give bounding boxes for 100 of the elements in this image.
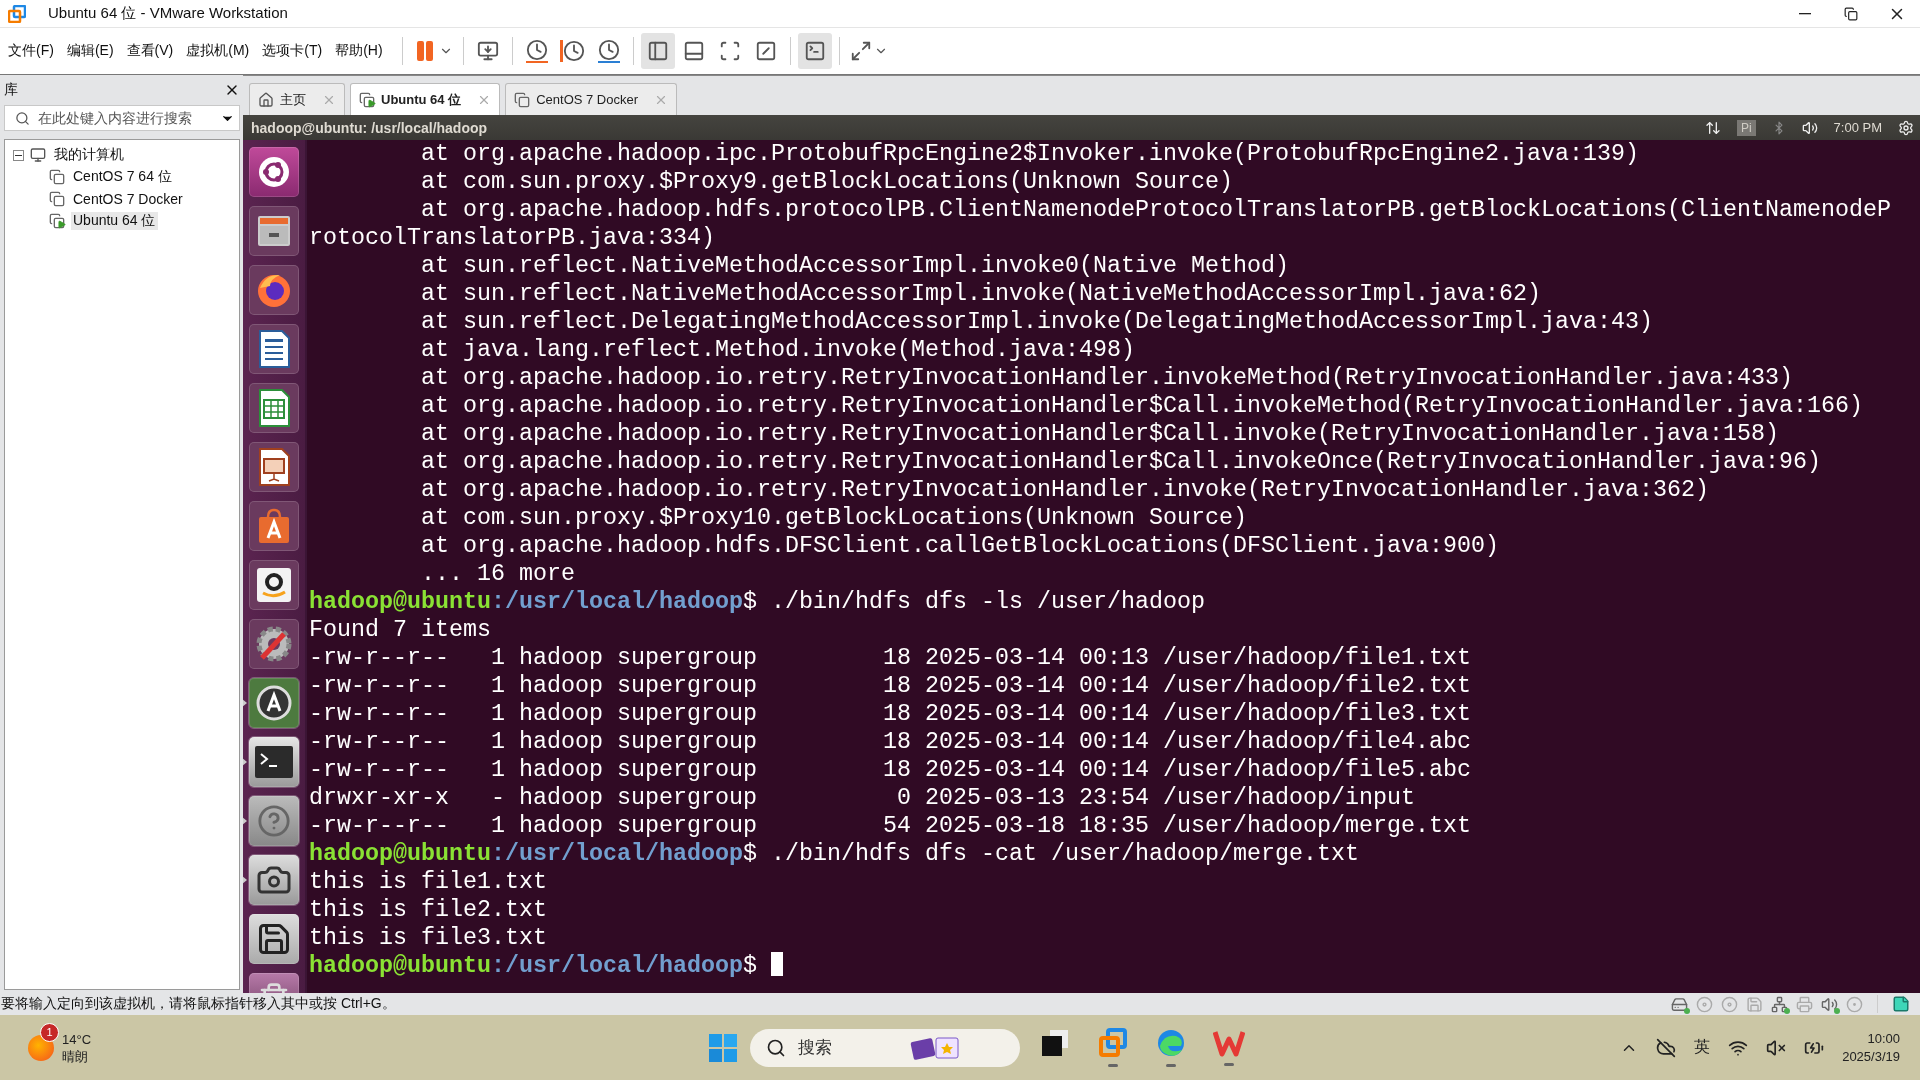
restore-icon bbox=[1844, 6, 1858, 21]
volume-icon[interactable] bbox=[1801, 119, 1818, 136]
terminal-line: at sun.reflect.NativeMethodAccessorImpl.invoke0(Native Method) bbox=[420, 252, 1290, 280]
terminal-line: at java.lang.reflect.Method.invoke(Method.java:498) bbox=[420, 336, 1136, 364]
terminal-line: -rw-r--r-- 1 hadoop supergroup 18 2025-03-14 00:13 /user/hadoop/file1.txt bbox=[309, 644, 1472, 672]
taskbar-time[interactable]: 10:00 bbox=[1867, 1029, 1900, 1048]
minimize-icon bbox=[1799, 12, 1811, 15]
home-icon bbox=[258, 91, 274, 108]
menu-item[interactable]: 编辑(E) bbox=[66, 42, 114, 60]
collapse-toggle[interactable] bbox=[13, 149, 24, 161]
search-icon bbox=[15, 110, 30, 126]
input-language[interactable]: 英 bbox=[1694, 1037, 1711, 1058]
spreadsheet-icon[interactable] bbox=[249, 383, 299, 433]
menu-item[interactable]: 虚拟机(M) bbox=[186, 42, 250, 60]
terminal-line: at sun.reflect.NativeMethodAccessorImpl.invoke(NativeMethodAccessorImpl.java:62) bbox=[420, 280, 1542, 308]
tab[interactable]: Ubuntu 64 位 bbox=[350, 83, 501, 115]
computer-icon bbox=[30, 147, 46, 163]
clock[interactable]: 7:00 PM bbox=[1833, 120, 1882, 135]
terminal-line: ... 16 more bbox=[420, 560, 576, 588]
menu-item[interactable]: 文件(F) bbox=[8, 42, 54, 60]
shopping-bag-icon[interactable] bbox=[249, 501, 299, 551]
hard-drive-icon[interactable] bbox=[1671, 995, 1688, 1013]
weather-condition: 晴朗 bbox=[62, 1047, 89, 1065]
running-indicator bbox=[1108, 1064, 1118, 1067]
terminal-prompt-line: hadoop@ubuntu:/usr/local/hadoop$ ./bin/hdfs dfs -ls /user/hadoop bbox=[309, 588, 1206, 616]
status-message: 要将输入定向到该虚拟机，请将鼠标指针移入其中或按 Ctrl+G。 bbox=[1, 995, 396, 1013]
terminal-line: drwxr-xr-x - hadoop supergroup 0 2025-03-13 23:54 /user/hadoop/input bbox=[309, 784, 1416, 812]
terminal-title: hadoop@ubuntu: /usr/local/hadoop bbox=[251, 119, 488, 136]
document-icon[interactable] bbox=[249, 324, 299, 374]
panel-left-icon bbox=[646, 40, 669, 62]
note-icon[interactable] bbox=[1892, 995, 1910, 1013]
expand-icon bbox=[849, 40, 872, 62]
tree-item[interactable]: 我的计算机 bbox=[52, 146, 126, 164]
panel-title: 库 bbox=[4, 81, 18, 99]
start-icon[interactable] bbox=[708, 1032, 738, 1063]
tree-item[interactable]: CentOS 7 64 位 bbox=[71, 168, 174, 186]
file-cabinet-icon[interactable] bbox=[249, 206, 299, 256]
fox-globe-icon[interactable] bbox=[249, 265, 299, 315]
crossed-square-icon bbox=[754, 40, 777, 62]
search-field[interactable]: 在此处键入内容进行搜索 bbox=[4, 105, 240, 131]
terminal-line: at org.apache.hadoop.ipc.ProtobufRpcEngine2$Invoker.invoke(ProtobufRpcEngine2.java:139) bbox=[420, 140, 1640, 168]
tree-item[interactable]: CentOS 7 Docker bbox=[71, 191, 185, 207]
temperature: 14°C bbox=[62, 1030, 92, 1048]
settings-icon[interactable] bbox=[1898, 119, 1914, 136]
terminal-line: at org.apache.hadoop.io.retry.RetryInvocationHandler$Call.invokeMethod(RetryInvocationHandler.java:166) bbox=[420, 392, 1864, 420]
tree-item[interactable]: Ubuntu 64 位 bbox=[71, 212, 158, 230]
overlapping-squares-icon bbox=[1098, 1028, 1128, 1058]
notification-badge: 1 bbox=[40, 1022, 59, 1042]
terminal-line: -rw-r--r-- 1 hadoop supergroup 18 2025-03-14 00:14 /user/hadoop/file5.abc bbox=[309, 756, 1472, 784]
terminal-line: at sun.reflect.DelegatingMethodAccessorImpl.invoke(DelegatingMethodAccessorImpl.java:43) bbox=[420, 308, 1654, 336]
terminal-line: at org.apache.hadoop.io.retry.RetryInvocationHandler$Call.invokeOnce(RetryInvocationHandler.java:96) bbox=[420, 448, 1822, 476]
terminal-line: at org.apache.hadoop.io.retry.RetryInvocationHandler$Call.invoke(RetryInvocationHandler.java:158) bbox=[420, 420, 1780, 448]
menu-item[interactable]: 选项卡(T) bbox=[262, 42, 323, 60]
transfer-arrows-icon[interactable] bbox=[1704, 119, 1721, 136]
terminal-line: at com.sun.proxy.$Proxy10.getBlockLocations(Unknown Source) bbox=[420, 504, 1248, 532]
gear-wrench-icon[interactable] bbox=[249, 619, 299, 669]
ubuntu-logo-icon[interactable] bbox=[249, 147, 299, 197]
terminal-line: at org.apache.hadoop.io.retry.RetryInvocationHandler.invokeMethod(RetryInvocationHandler.java:433) bbox=[420, 364, 1794, 392]
menu-item[interactable]: 查看(V) bbox=[126, 42, 174, 60]
running-indicator bbox=[1224, 1063, 1234, 1066]
terminal-line: at org.apache.hadoop.hdfs.DFSClient.callGetBlockLocations(DFSClient.java:900) bbox=[420, 532, 1500, 560]
clock-arrow-icon bbox=[560, 40, 586, 62]
running-indicator bbox=[1166, 1064, 1176, 1067]
taskbar-date[interactable]: 2025/3/19 bbox=[1842, 1047, 1900, 1066]
console-icon bbox=[803, 40, 826, 62]
terminal-icon[interactable] bbox=[249, 737, 299, 787]
terminal-line: Found 7 items bbox=[309, 616, 492, 644]
speaker-icon[interactable] bbox=[1821, 995, 1838, 1013]
presentation-icon[interactable] bbox=[249, 442, 299, 492]
terminal-line: at org.apache.hadoop.io.retry.RetryInvocationHandler.invoke(RetryInvocationHandler.java:362) bbox=[420, 476, 1710, 504]
terminal-line: -rw-r--r-- 1 hadoop supergroup 18 2025-03-14 00:14 /user/hadoop/file2.txt bbox=[309, 672, 1472, 700]
taskbar-search-field[interactable]: 搜索 bbox=[796, 1036, 900, 1059]
window-title: Ubuntu 64 位 - VMware Workstation bbox=[48, 4, 288, 23]
toolbar-button[interactable] bbox=[797, 33, 832, 69]
clock-stack-icon bbox=[597, 39, 620, 63]
terminal-prompt-line: hadoop@ubuntu:/usr/local/hadoop$ bbox=[309, 952, 1905, 980]
wave-circle-icon bbox=[1156, 1028, 1186, 1058]
terminal-line: -rw-r--r-- 1 hadoop supergroup 54 2025-03-18 18:35 /user/hadoop/merge.txt bbox=[309, 812, 1472, 840]
tab[interactable]: CentOS 7 Docker bbox=[505, 83, 678, 115]
terminal-line: -rw-r--r-- 1 hadoop supergroup 18 2025-03-14 00:14 /user/hadoop/file3.txt bbox=[309, 700, 1472, 728]
tab[interactable]: 主页 bbox=[249, 83, 345, 115]
camera-icon[interactable] bbox=[249, 855, 299, 905]
terminal-line: this is file1.txt bbox=[309, 868, 548, 896]
toolbar-button[interactable] bbox=[640, 33, 675, 69]
mute-icon[interactable] bbox=[1766, 1037, 1787, 1058]
w-mark-icon bbox=[1213, 1029, 1245, 1057]
app-logo-icon bbox=[8, 4, 26, 23]
terminal-line: this is file3.txt bbox=[309, 924, 548, 952]
panel-bottom-icon bbox=[682, 40, 705, 62]
cloud-off-icon[interactable] bbox=[1656, 1037, 1677, 1058]
network-icon[interactable] bbox=[1771, 995, 1788, 1013]
terminal-line: at com.sun.proxy.$Proxy9.getBlockLocations(Unknown Source) bbox=[420, 168, 1234, 196]
menu-item[interactable]: 帮助(H) bbox=[335, 42, 383, 60]
overlapping-squares-icon bbox=[1040, 1028, 1070, 1058]
help-icon[interactable] bbox=[249, 796, 299, 846]
update-arrows-icon[interactable] bbox=[249, 678, 299, 728]
full-screen-icon bbox=[718, 40, 741, 62]
terminal-line: this is file2.txt bbox=[309, 896, 548, 924]
monitor-arrow-icon bbox=[476, 40, 499, 62]
search-icon bbox=[766, 1037, 786, 1058]
